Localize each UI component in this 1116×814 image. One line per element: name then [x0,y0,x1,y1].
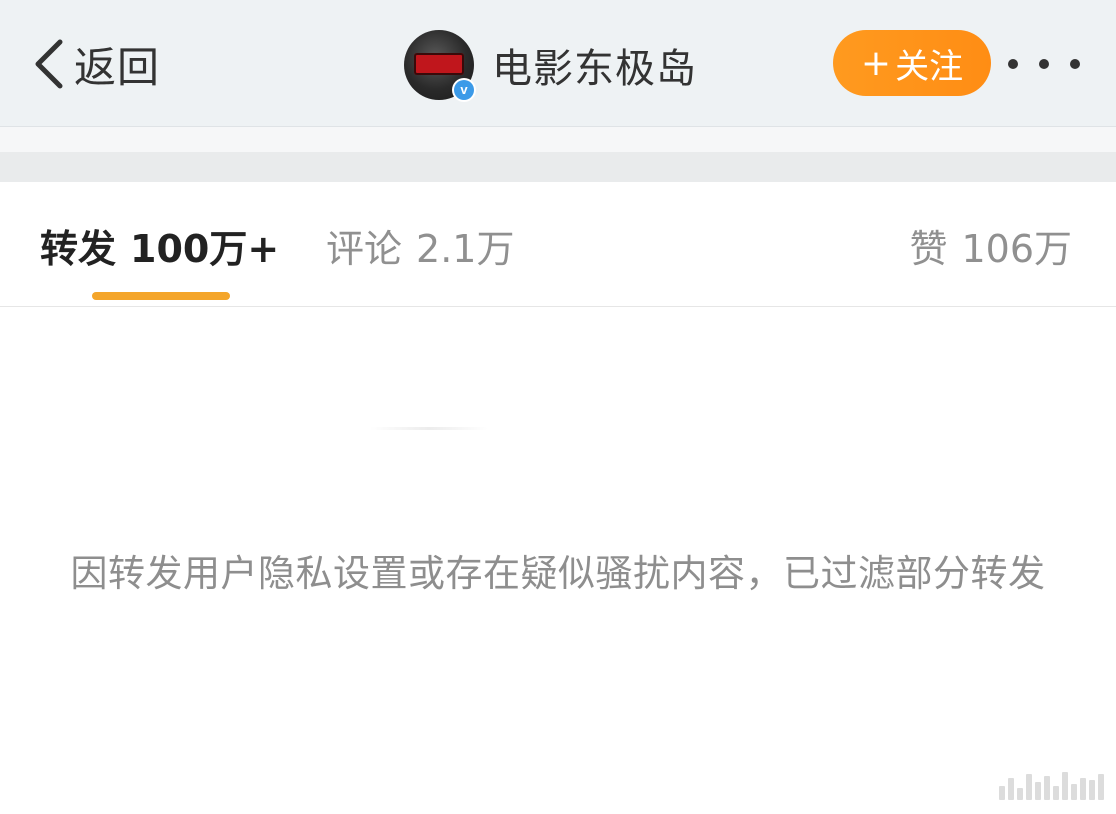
watermark-mark [996,770,1104,800]
tab-repost[interactable]: 转发 100万+ [40,218,279,273]
tab-label: 评论 [326,227,403,271]
avatar-logo-image [414,53,464,75]
verified-badge-icon: v [452,78,476,102]
follow-label: 关注 [895,46,964,87]
avatar[interactable]: v [404,30,476,102]
follow-button[interactable]: + 关注 [833,30,991,96]
tab-count: 106万 [961,227,1072,271]
repost-list-page: 返回 v 电影东极岛 + 关注 转发 100万+ 评论 2.1万 赞 106万 … [0,0,1116,814]
active-tab-indicator [92,292,230,300]
interaction-tabs: 转发 100万+ 评论 2.1万 赞 106万 [0,182,1116,307]
divider [370,427,488,430]
chevron-left-icon [35,39,63,89]
account-name[interactable]: 电影东极岛 [492,36,697,94]
plus-icon: + [860,42,892,84]
section-separator [0,152,1116,182]
tab-count: 2.1万 [416,227,515,271]
tab-likes[interactable]: 赞 106万 [909,218,1072,273]
tab-comments[interactable]: 评论 2.1万 [326,218,514,273]
more-dots-icon[interactable] [1008,54,1080,74]
filter-notice: 因转发用户隐私设置或存在疑似骚扰内容，已过滤部分转发 [70,552,1046,595]
tab-label: 转发 [40,227,117,271]
account-header[interactable]: v 电影东极岛 [404,30,697,102]
tab-count: 100万+ [130,227,280,271]
top-navigation-bar: 返回 v 电影东极岛 + 关注 [0,0,1116,127]
back-button[interactable]: 返回 [30,36,160,92]
tab-label: 赞 [909,227,948,271]
divider-light [0,127,1116,152]
back-label: 返回 [74,42,161,92]
repost-list-content: 因转发用户隐私设置或存在疑似骚扰内容，已过滤部分转发 [0,307,1116,814]
